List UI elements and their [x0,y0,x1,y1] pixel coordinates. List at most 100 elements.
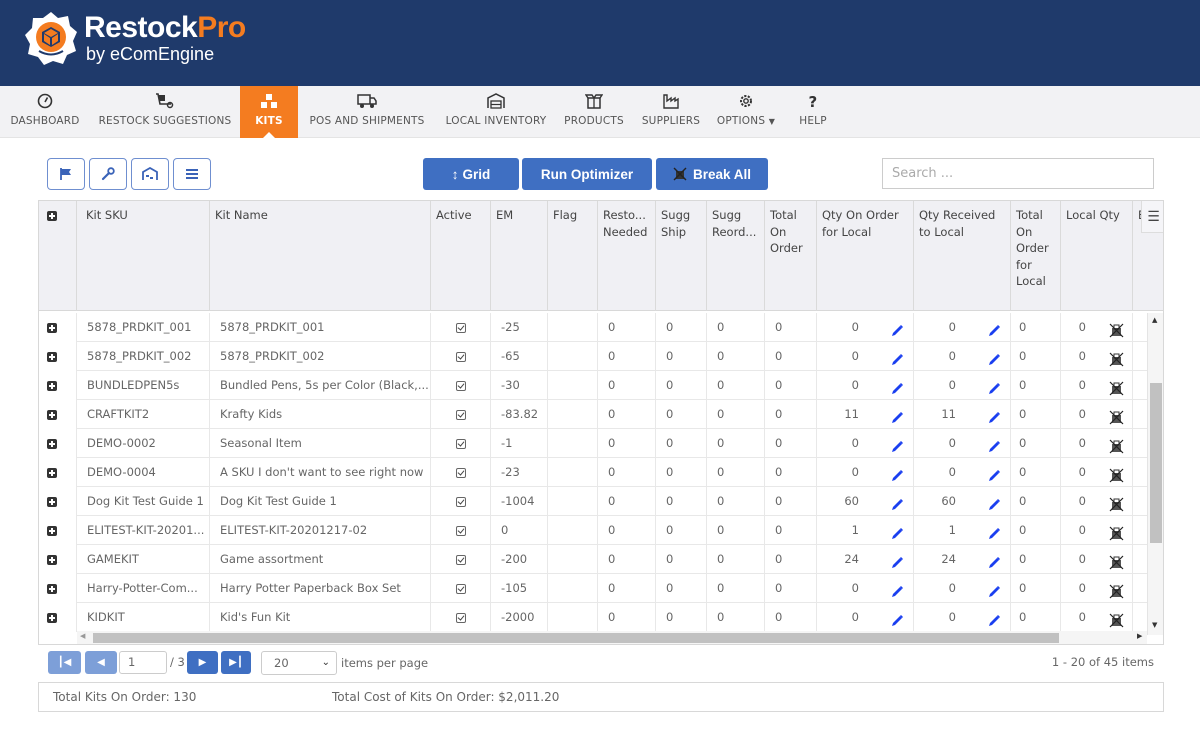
column-header-sugg-reorder[interactable]: Sugg Reord... [707,201,765,311]
nav-help[interactable]: ? HELP [790,86,836,138]
edit-pencil-icon[interactable] [890,610,904,626]
table-row[interactable]: 5878_PRDKIT_001 5878_PRDKIT_001 -25 0 0 0 0 0 0 0… [39,313,1147,342]
active-checkbox[interactable] [431,313,491,342]
column-header-restock-needed[interactable]: Resto... Needed [598,201,656,311]
table-row[interactable]: DEMO-0002 Seasonal Item -1 0 0 0 0 0 0 0 0 [39,429,1147,458]
last-page-button[interactable]: ▶┃ [221,651,251,674]
horizontal-scrollbar[interactable]: ◀ ▶ [77,631,1147,644]
edit-pencil-icon[interactable] [987,378,1001,394]
edit-pencil-icon[interactable] [890,552,904,568]
active-checkbox[interactable] [431,400,491,429]
edit-pencil-icon[interactable] [987,320,1001,336]
expand-row-button[interactable] [39,371,77,400]
column-header-qty-on-order-local[interactable]: Qty On Order for Local [817,201,914,311]
column-header-flag[interactable]: Flag [548,201,598,311]
active-checkbox[interactable] [431,516,491,545]
edit-pencil-icon[interactable] [890,407,904,423]
wrench-button[interactable] [89,158,127,190]
break-kit-icon[interactable] [1109,407,1124,425]
edit-pencil-icon[interactable] [987,581,1001,597]
edit-pencil-icon[interactable] [890,320,904,336]
table-row[interactable]: BUNDLEDPEN5s Bundled Pens, 5s per Color (… [39,371,1147,400]
nav-local-inventory[interactable]: LOCAL INVENTORY [438,86,554,138]
column-header-sugg-ship[interactable]: Sugg Ship [656,201,707,311]
expand-row-button[interactable] [39,574,77,603]
edit-pencil-icon[interactable] [987,523,1001,539]
kit-sku[interactable]: Harry-Potter-Com... [77,574,210,603]
edit-pencil-icon[interactable] [987,349,1001,365]
column-header-total-on-order[interactable]: Total On Order [765,201,817,311]
nav-suppliers[interactable]: SUPPLIERS [635,86,707,138]
expand-row-button[interactable] [39,429,77,458]
column-header-kit-sku[interactable]: Kit SKU [77,201,210,311]
table-row[interactable]: ELITEST-KIT-20201... ELITEST-KIT-20201217… [39,516,1147,545]
prev-page-button[interactable]: ◀ [85,651,117,674]
column-header-active[interactable]: Active [431,201,491,311]
expand-row-button[interactable] [39,487,77,516]
run-optimizer-button[interactable]: Run Optimizer [522,158,652,190]
column-header-local-qty[interactable]: Local Qty [1061,201,1133,311]
page-number-input[interactable]: 1 [119,651,167,674]
kit-sku[interactable]: DEMO-0004 [77,458,210,487]
nav-kits[interactable]: KITS [240,86,298,138]
expand-row-button[interactable] [39,603,77,632]
expand-row-button[interactable] [39,342,77,371]
break-kit-icon[interactable] [1109,349,1124,367]
column-menu-button[interactable]: ☰ [1141,201,1163,233]
expand-row-button[interactable] [39,458,77,487]
edit-pencil-icon[interactable] [987,494,1001,510]
edit-pencil-icon[interactable] [987,552,1001,568]
nav-pos-and-shipments[interactable]: POS AND SHIPMENTS [302,86,432,138]
table-row[interactable]: CRAFTKIT2 Krafty Kids -83.82 0 0 0 0 11 11 0 0 [39,400,1147,429]
edit-pencil-icon[interactable] [890,436,904,452]
search-input[interactable] [882,158,1154,189]
break-kit-icon[interactable] [1109,581,1124,599]
break-kit-icon[interactable] [1109,465,1124,483]
scroll-down-arrow[interactable]: ▼ [1152,621,1157,629]
edit-pencil-icon[interactable] [890,494,904,510]
kit-sku[interactable]: CRAFTKIT2 [77,400,210,429]
edit-pencil-icon[interactable] [890,465,904,481]
nav-restock-suggestions[interactable]: RESTOCK SUGGESTIONS [92,86,238,138]
restockpro-logo[interactable]: RestockPro by eComEngine [24,10,246,66]
kit-sku[interactable]: ELITEST-KIT-20201... [77,516,210,545]
edit-pencil-icon[interactable] [890,523,904,539]
vertical-scroll-thumb[interactable] [1150,383,1162,543]
edit-pencil-icon[interactable] [987,465,1001,481]
scroll-up-arrow[interactable]: ▲ [1152,316,1157,324]
nav-dashboard[interactable]: DASHBOARD [4,86,86,138]
kit-sku[interactable]: 5878_PRDKIT_001 [77,313,210,342]
table-row[interactable]: Harry-Potter-Com... Harry Potter Paperbac… [39,574,1147,603]
edit-pencil-icon[interactable] [987,436,1001,452]
nav-products[interactable]: PRODUCTS [559,86,629,138]
next-page-button[interactable]: ▶ [187,651,218,674]
active-checkbox[interactable] [431,458,491,487]
vertical-scrollbar[interactable]: ▲ ▼ [1147,313,1163,635]
grid-button[interactable]: ↕ Grid [423,158,519,190]
edit-pencil-icon[interactable] [890,349,904,365]
break-kit-icon[interactable] [1109,552,1124,570]
expand-row-button[interactable] [39,400,77,429]
column-header-qty-received-local[interactable]: Qty Received to Local [914,201,1011,311]
active-checkbox[interactable] [431,603,491,632]
warehouse-button[interactable] [131,158,169,190]
column-header-kit-name[interactable]: Kit Name [210,201,431,311]
expand-row-button[interactable] [39,313,77,342]
first-page-button[interactable]: ┃◀ [48,651,81,674]
edit-pencil-icon[interactable] [987,407,1001,423]
active-checkbox[interactable] [431,429,491,458]
kit-sku[interactable]: DEMO-0002 [77,429,210,458]
expand-all-button[interactable] [39,201,77,311]
kit-sku[interactable]: 5878_PRDKIT_002 [77,342,210,371]
table-row[interactable]: GAMEKIT Game assortment -200 0 0 0 0 24 24 0 0 [39,545,1147,574]
edit-pencil-icon[interactable] [890,378,904,394]
column-header-em[interactable]: EM [491,201,548,311]
break-kit-icon[interactable] [1109,494,1124,512]
break-all-button[interactable]: Break All [656,158,768,190]
expand-row-button[interactable] [39,516,77,545]
kit-sku[interactable]: KIDKIT [77,603,210,632]
table-row[interactable]: DEMO-0004 A SKU I don't want to see right… [39,458,1147,487]
break-kit-icon[interactable] [1109,523,1124,541]
scroll-left-arrow[interactable]: ◀ [80,632,85,640]
flag-button[interactable] [47,158,85,190]
